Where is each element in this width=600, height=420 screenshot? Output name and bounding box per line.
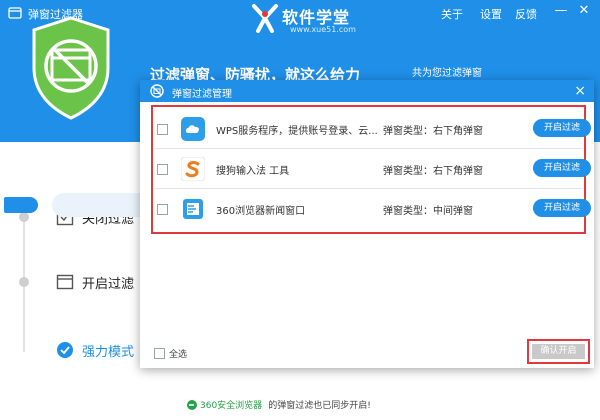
minimize-button[interactable]: —: [553, 3, 569, 19]
dialog-title: 弹窗过滤管理: [172, 89, 232, 100]
shield-icon: [32, 16, 110, 120]
check-circle-icon: [57, 342, 73, 358]
popup-manager-dialog: 弹窗过滤管理 × WPS服务程序，提供账号登录、云... 弹窗类型：右下角弹窗 …: [140, 80, 594, 368]
popup-name: 搜狗输入法 工具: [216, 166, 290, 177]
mode-label: 强力模式: [82, 344, 135, 360]
dialog-close-button[interactable]: ×: [574, 82, 586, 100]
popup-type: 弹窗类型：中间弹窗: [383, 206, 473, 217]
enable-filter-button[interactable]: 开启过滤: [533, 119, 591, 137]
window-icon: [56, 274, 74, 290]
popup-name: WPS服务程序，提供账号登录、云...: [216, 126, 378, 137]
footer-text: 的弹窗过滤也已同步开启!: [268, 401, 371, 411]
popup-list: WPS服务程序，提供账号登录、云... 弹窗类型：右下角弹窗 开启过滤 搜狗输入…: [151, 105, 591, 234]
filter-logo-icon: [8, 7, 22, 19]
enable-filter-button[interactable]: 开启过滤: [533, 199, 591, 217]
confirm-highlight: 确认开启: [527, 339, 590, 364]
sogou-icon: [181, 157, 205, 181]
list-item: 搜狗输入法 工具 弹窗类型：右下角弹窗 开启过滤: [155, 149, 591, 189]
browser-link[interactable]: 360安全浏览器: [200, 398, 262, 411]
row-checkbox[interactable]: [157, 124, 168, 135]
row-checkbox[interactable]: [157, 164, 168, 175]
select-all-box[interactable]: [154, 348, 165, 359]
mode-dot: [19, 212, 29, 222]
active-mode-marker: [4, 197, 38, 213]
close-button[interactable]: ✕: [576, 3, 592, 19]
select-all-checkbox[interactable]: 全选: [154, 347, 187, 360]
popup-name: 360浏览器新闻窗口: [216, 206, 306, 217]
about-link[interactable]: 关于: [441, 6, 463, 22]
row-checkbox[interactable]: [157, 204, 168, 215]
footer-sync-note: 360安全浏览器 的弹窗过滤也已同步开启!: [186, 398, 371, 411]
cloud-icon: [181, 117, 205, 141]
settings-link[interactable]: 设置: [480, 6, 502, 22]
brand-logo: 软件学堂 www.xue51.com: [250, 2, 370, 38]
mode-strong[interactable]: 强力模式: [56, 339, 134, 361]
mode-dot: [19, 277, 29, 287]
active-mode-highlight: [52, 193, 140, 217]
browser-icon: [183, 199, 203, 219]
mode-enable-filter[interactable]: 开启过滤: [56, 271, 134, 293]
mode-sidebar: 关闭过滤 开启过滤: [0, 142, 140, 420]
list-item: 360浏览器新闻窗口 弹窗类型：中间弹窗 开启过滤: [155, 189, 591, 228]
popup-type: 弹窗类型：右下角弹窗: [383, 126, 483, 137]
list-item: WPS服务程序，提供账号登录、云... 弹窗类型：右下角弹窗 开启过滤: [155, 109, 591, 149]
enable-filter-button[interactable]: 开启过滤: [533, 159, 591, 177]
browser-logo-icon: [187, 399, 197, 410]
filter-count-note: 共为您过滤弹窗: [412, 68, 482, 79]
select-all-label: 全选: [169, 350, 188, 360]
popup-type: 弹窗类型：右下角弹窗: [383, 166, 483, 177]
mode-label: 开启过滤: [82, 276, 135, 292]
confirm-enable-button[interactable]: 确认开启: [532, 344, 585, 359]
feedback-link[interactable]: 反馈: [515, 6, 537, 22]
dialog-header: 弹窗过滤管理 ×: [140, 80, 594, 102]
brand-mascot-icon: [252, 4, 278, 33]
no-popup-icon: [150, 84, 164, 98]
brand-url: www.xue51.com: [290, 25, 356, 34]
